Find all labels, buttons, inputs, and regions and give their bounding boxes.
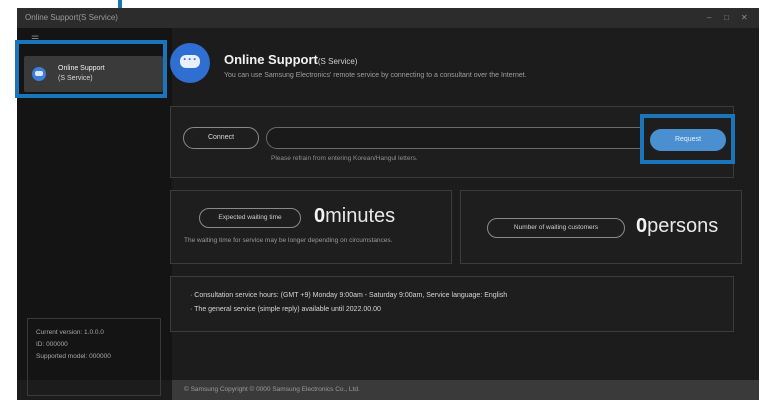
notice-line-availability: · The general service (simple reply) ava…	[190, 306, 381, 313]
copyright-text: © Samsung Copyright © 0000 Samsung Elect…	[184, 386, 360, 393]
request-button[interactable]: Request	[650, 129, 726, 151]
version-text: Current version: 1.0.0.0	[36, 329, 104, 336]
title-bar: Online Support(S Service) – □ ✕	[17, 8, 759, 28]
page-description: You can use Samsung Electronics' remote …	[224, 72, 527, 79]
waiting-customers-unit: persons	[647, 215, 719, 237]
maximize-icon[interactable]: □	[724, 13, 729, 22]
waiting-time-label: Expected waiting time	[199, 208, 301, 228]
id-text: ID: 000000	[36, 341, 68, 348]
waiting-time-note: The waiting time for service may be long…	[184, 237, 393, 244]
chat-bubble-icon	[170, 43, 210, 83]
page-title-text: Online Support	[224, 52, 318, 67]
notice-panel	[170, 276, 734, 332]
close-icon[interactable]: ✕	[741, 13, 748, 22]
notice-line-hours: · Consultation service hours: (GMT +9) M…	[190, 292, 508, 299]
waiting-time-number: 0	[314, 205, 326, 227]
waiting-time-unit: minutes	[325, 205, 396, 227]
waiting-time-value: 0minutes	[314, 205, 395, 228]
waiting-customers-value: 0persons	[636, 215, 718, 238]
waiting-customers-label: Number of waiting customers	[487, 218, 625, 238]
page-title: Online Support(S Service)	[224, 52, 357, 67]
version-info-box: Current version: 1.0.0.0 ID: 000000 Supp…	[27, 318, 161, 396]
window-title: Online Support(S Service)	[25, 13, 118, 22]
model-text: Supported model: 000000	[36, 353, 111, 360]
input-hint: Please refrain from entering Korean/Hang…	[271, 155, 418, 162]
minimize-icon[interactable]: –	[707, 13, 711, 22]
connect-button[interactable]: Connect	[183, 127, 259, 149]
page-title-suffix: (S Service)	[317, 57, 358, 66]
waiting-customers-number: 0	[636, 215, 648, 237]
sidebar-callout-highlight	[15, 40, 167, 98]
footer: © Samsung Copyright © 0000 Samsung Elect…	[172, 380, 759, 400]
